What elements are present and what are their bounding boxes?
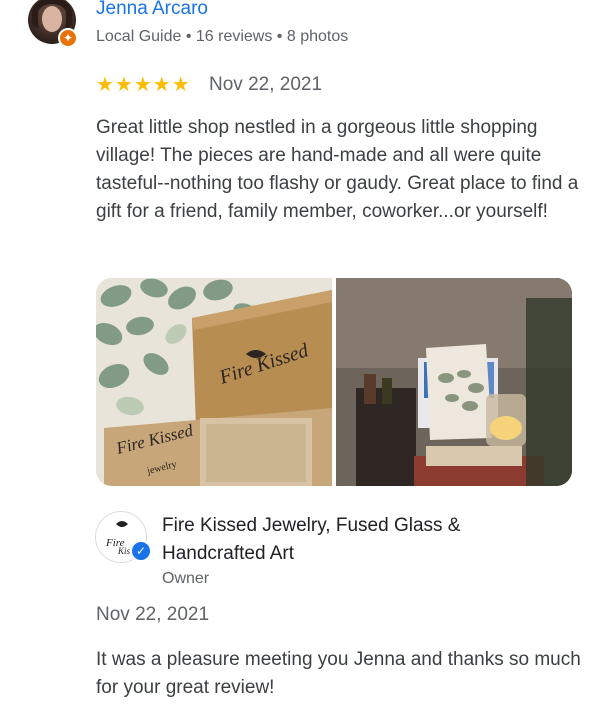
reviewer-meta: Local Guide • 16 reviews • 8 photos bbox=[96, 28, 349, 45]
photo-2-illustration bbox=[336, 278, 572, 486]
review-photo-1[interactable]: Fire Kissed Fire Kissed jewelry bbox=[96, 278, 332, 486]
review-photo-2[interactable] bbox=[336, 278, 572, 486]
owner-name[interactable]: Fire Kissed Jewelry, Fused Glass & Handc… bbox=[162, 512, 562, 568]
reply-text: It was a pleasure meeting you Jenna and … bbox=[96, 649, 581, 698]
owner-role-label: Owner bbox=[162, 570, 210, 587]
local-guide-badge-icon: ✦ bbox=[58, 28, 78, 48]
reply-date: Nov 22, 2021 bbox=[96, 604, 210, 625]
review-text: Great little shop nestled in a gorgeous … bbox=[96, 117, 579, 222]
review-date: Nov 22, 2021 bbox=[209, 74, 323, 95]
reviewer-name[interactable]: Jenna Arcaro bbox=[96, 0, 208, 20]
star-rating: ★★★★★ bbox=[96, 74, 191, 96]
verified-checkmark-icon: ✓ bbox=[130, 540, 152, 562]
photo-1-illustration: Fire Kissed Fire Kissed jewelry bbox=[96, 278, 332, 486]
